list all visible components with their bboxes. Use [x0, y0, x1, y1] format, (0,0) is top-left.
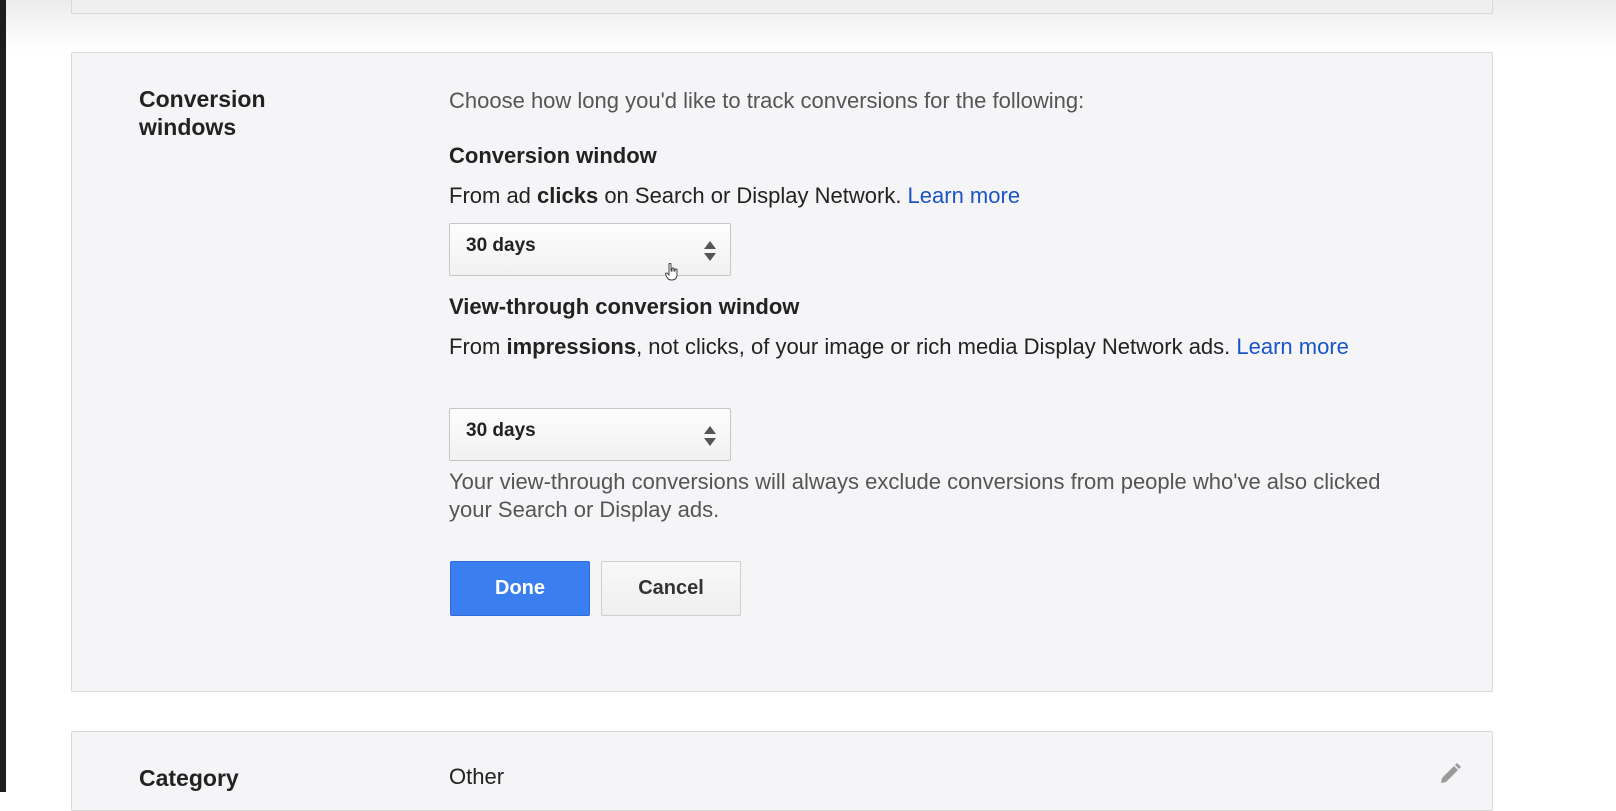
desc-bold-text: impressions	[506, 334, 637, 359]
hand-pointer-icon	[665, 263, 678, 281]
previous-section-panel	[71, 0, 1493, 14]
conversion-window-select[interactable]: 30 days	[449, 223, 731, 276]
window-edge	[0, 0, 6, 792]
conversion-window-description: From ad clicks on Search or Display Netw…	[449, 182, 1020, 210]
action-buttons: Done Cancel	[449, 561, 749, 621]
desc-text: From ad	[449, 183, 538, 208]
cancel-button[interactable]: Cancel	[601, 561, 741, 616]
pencil-icon[interactable]	[1438, 762, 1462, 786]
desc-text: , not clicks, of your image or rich medi…	[636, 334, 1237, 359]
conversion-windows-panel: Conversion windows Choose how long you'd…	[71, 52, 1493, 692]
learn-more-link[interactable]: Learn more	[1236, 334, 1349, 359]
view-through-heading: View-through conversion window	[449, 294, 800, 319]
sort-arrows-icon	[704, 241, 716, 261]
conversion-window-heading: Conversion window	[449, 143, 657, 168]
view-through-window-select[interactable]: 30 days	[449, 408, 731, 461]
view-through-description: From impressions, not clicks, of your im…	[449, 333, 1409, 361]
intro-text: Choose how long you'd like to track conv…	[449, 88, 1085, 113]
category-value: Other	[449, 764, 505, 789]
select-value: 30 days	[466, 235, 536, 256]
done-button[interactable]: Done	[450, 561, 590, 616]
sort-arrows-icon	[704, 426, 716, 446]
desc-text: on Search or Display Network.	[598, 183, 908, 208]
category-panel: Category Other	[71, 731, 1493, 811]
desc-bold-text: clicks	[537, 183, 599, 208]
select-value: 30 days	[466, 420, 536, 441]
view-through-note: Your view-through conversions will alway…	[449, 469, 1381, 522]
section-title-category: Category	[139, 765, 239, 791]
learn-more-link[interactable]: Learn more	[908, 183, 1021, 208]
section-title-conversion-windows: Conversion windows	[139, 86, 266, 140]
desc-text: From	[449, 334, 507, 359]
